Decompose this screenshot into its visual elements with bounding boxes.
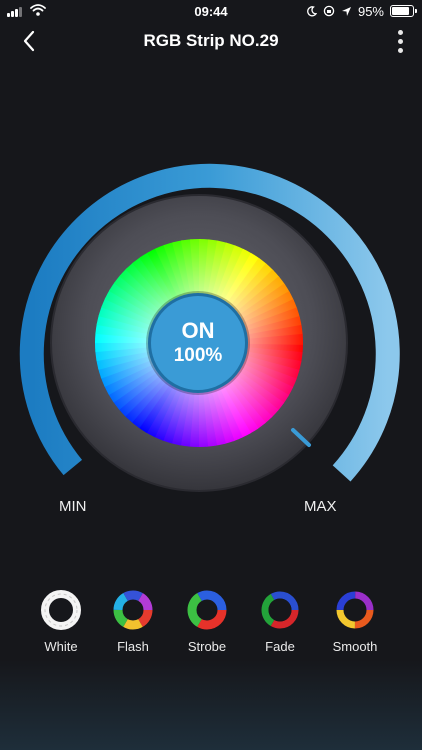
- max-label: MAX: [304, 498, 337, 515]
- power-state: ON: [181, 318, 215, 343]
- mode-label: Strobe: [187, 639, 227, 654]
- mode-label: Flash: [117, 639, 149, 654]
- mode-label: Smooth: [332, 639, 378, 654]
- white-mode-icon: [41, 590, 81, 630]
- brightness-percent: 100%: [173, 345, 223, 366]
- flash-mode-icon: [113, 590, 153, 630]
- fade-mode-icon: [261, 591, 299, 629]
- mode-smooth[interactable]: Smooth: [320, 590, 390, 654]
- mode-label: White: [44, 639, 78, 654]
- min-label: MIN: [59, 498, 87, 515]
- mode-flash[interactable]: Flash: [98, 590, 168, 654]
- mode-strobe[interactable]: Strobe: [172, 590, 242, 654]
- bottom-gradient: [0, 660, 422, 750]
- mode-label: Fade: [265, 639, 295, 654]
- color-dial: [19, 163, 400, 492]
- mode-list: White Flash Strobe Fade Smooth: [0, 590, 422, 660]
- smooth-mode-icon: [336, 591, 374, 629]
- power-button[interactable]: ON 100%: [148, 293, 248, 393]
- mode-white[interactable]: White: [26, 590, 96, 654]
- strobe-mode-icon: [187, 590, 227, 630]
- mode-fade[interactable]: Fade: [245, 590, 315, 654]
